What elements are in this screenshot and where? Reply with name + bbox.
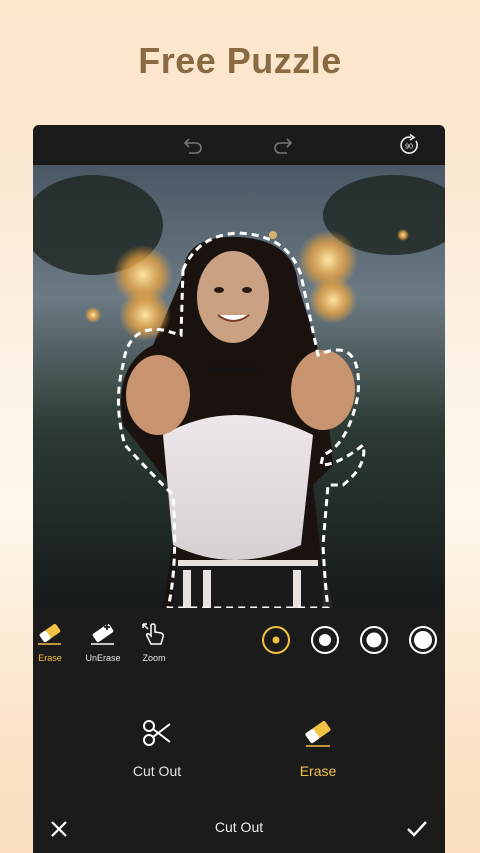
unerase-tool-button[interactable]: UnErase bbox=[78, 620, 128, 663]
erase-tool-button[interactable]: Erase bbox=[33, 620, 75, 663]
brush-tool-row: Erase UnErase Zoom bbox=[33, 608, 445, 698]
hand-pointer-icon bbox=[142, 623, 164, 645]
undo-icon[interactable] bbox=[181, 133, 205, 157]
headline-title: Free Puzzle bbox=[138, 40, 342, 81]
erase-mode-button[interactable]: Erase bbox=[258, 718, 378, 779]
brush-size-dot bbox=[272, 636, 280, 644]
brush-size-2[interactable] bbox=[311, 626, 339, 654]
bottom-bar-title: Cut Out bbox=[214, 819, 264, 835]
cut-out-mode-button[interactable]: Cut Out bbox=[97, 718, 217, 779]
scissors-icon bbox=[143, 720, 171, 746]
erase-tool-label: Erase bbox=[38, 653, 62, 663]
cut-out-mode-label: Cut Out bbox=[132, 763, 182, 779]
redo-icon[interactable] bbox=[271, 133, 295, 157]
check-icon[interactable] bbox=[405, 817, 429, 841]
brush-size-1[interactable] bbox=[262, 626, 290, 654]
brush-size-dot bbox=[366, 632, 382, 648]
erase-mode-label: Erase bbox=[299, 763, 337, 779]
top-toolbar: 90 bbox=[33, 125, 445, 165]
photo-canvas[interactable] bbox=[33, 165, 445, 608]
eraser-icon bbox=[38, 623, 61, 645]
brush-size-dot bbox=[319, 634, 331, 646]
rotate-label: 90 bbox=[405, 144, 413, 151]
unerase-tool-label: UnErase bbox=[85, 653, 121, 663]
brush-size-3[interactable] bbox=[360, 626, 388, 654]
editor-screen: 90 Erase UnErase Zoom Cut Out Erase Cut … bbox=[33, 125, 445, 853]
zoom-tool-button[interactable]: Zoom bbox=[129, 620, 179, 663]
brush-size-dot bbox=[414, 631, 432, 649]
bottom-bar: Cut Out bbox=[33, 805, 445, 853]
eraser-plus-icon bbox=[91, 623, 114, 645]
eraser-icon bbox=[305, 720, 331, 747]
brush-size-4[interactable] bbox=[409, 626, 437, 654]
mode-selector: Cut Out Erase bbox=[33, 698, 445, 798]
photo-illustration bbox=[33, 165, 445, 608]
rotate-90-icon[interactable]: 90 bbox=[397, 133, 421, 157]
zoom-tool-label: Zoom bbox=[142, 653, 166, 663]
